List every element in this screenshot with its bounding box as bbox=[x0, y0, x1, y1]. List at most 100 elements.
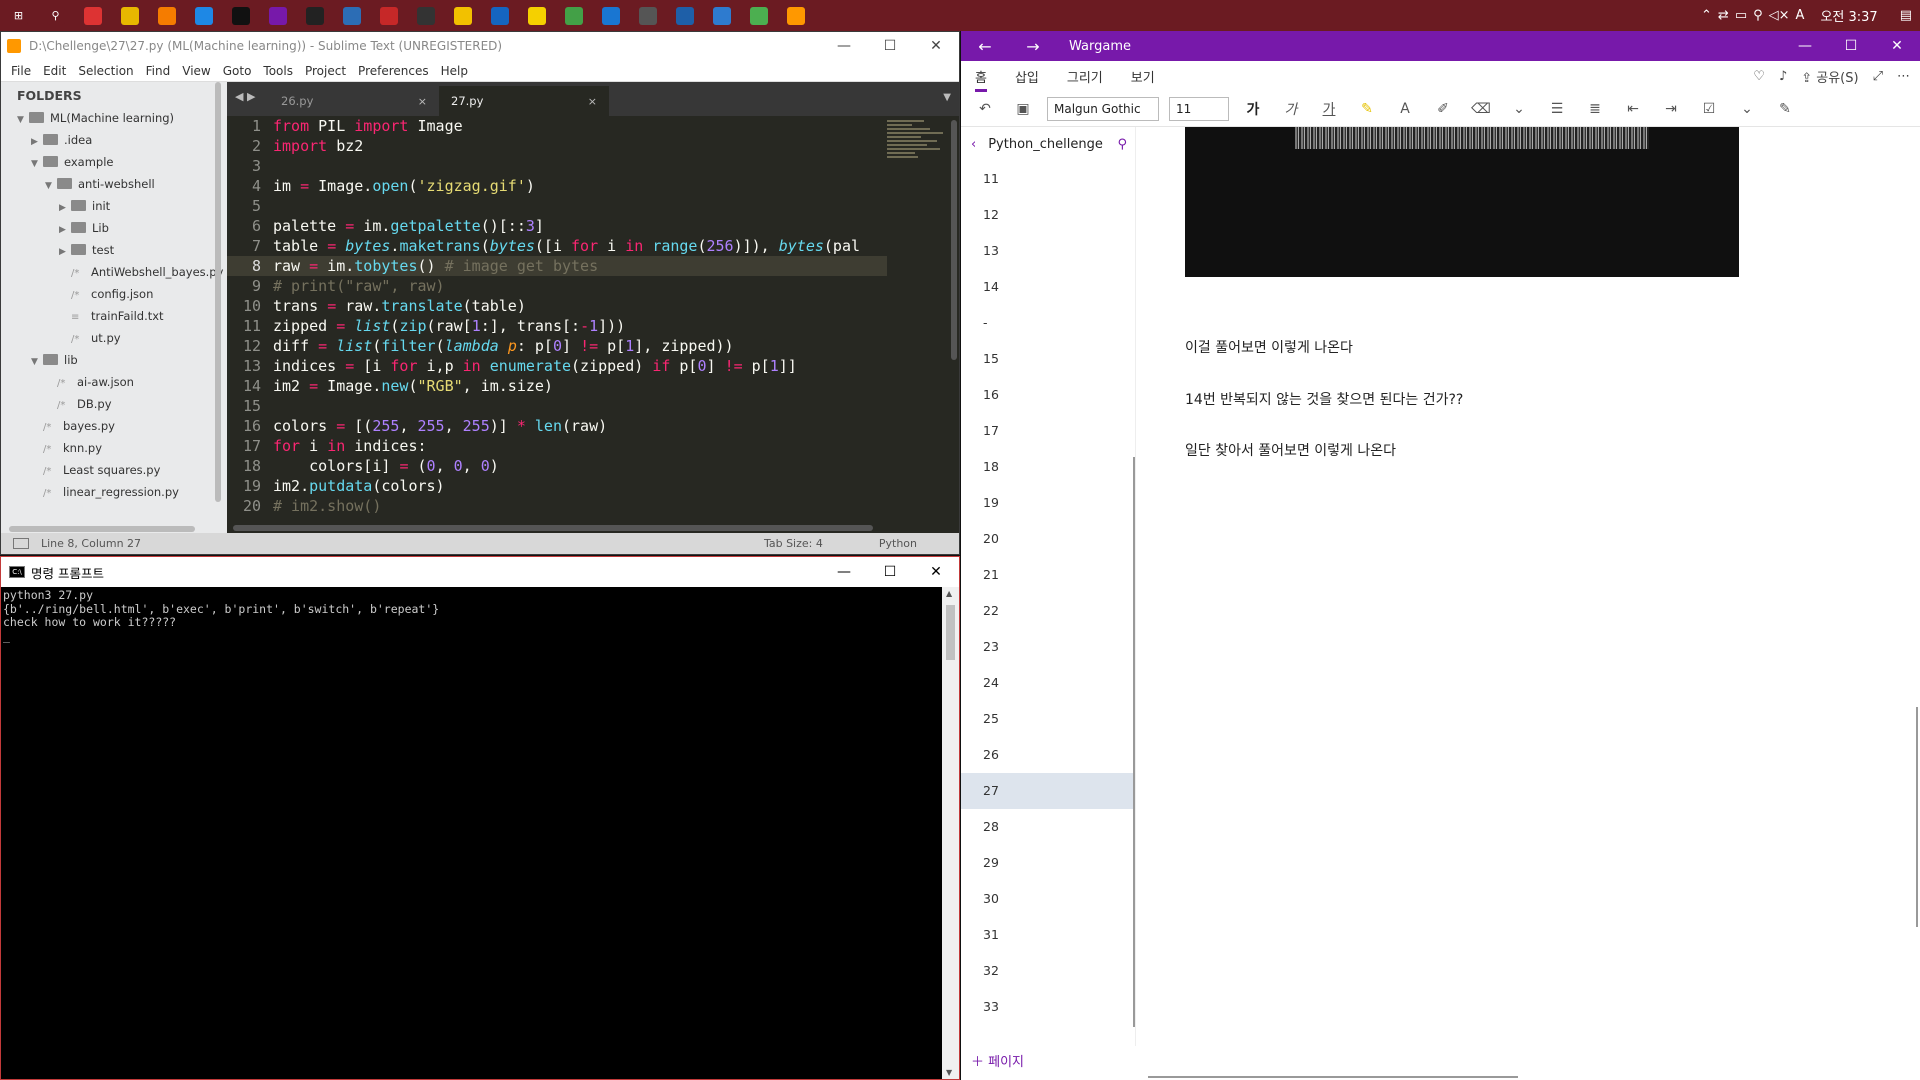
tab-close-icon[interactable]: × bbox=[588, 95, 597, 108]
maximize-button[interactable]: ☐ bbox=[867, 32, 913, 60]
tab-menu-icon[interactable]: ▼ bbox=[943, 92, 951, 103]
back-chevron-icon[interactable]: ‹ bbox=[971, 137, 976, 152]
paragraph[interactable]: 이걸 풀어보면 이렇게 나온다 bbox=[1185, 337, 1353, 357]
highlight-icon[interactable]: ✎ bbox=[1353, 101, 1381, 117]
tree-folder[interactable]: ▼ anti-webshell bbox=[1, 173, 227, 195]
page-item[interactable]: 33 bbox=[961, 989, 1135, 1025]
sidebar-hscrollbar[interactable] bbox=[9, 526, 195, 532]
pycharm-icon[interactable] bbox=[222, 0, 259, 31]
code-line[interactable]: 6 palette = im.getpalette()[::3] bbox=[227, 216, 887, 236]
format-painter-icon[interactable]: ✐ bbox=[1429, 101, 1457, 117]
onenote-icon[interactable] bbox=[259, 0, 296, 31]
page-item[interactable]: - bbox=[961, 305, 1135, 341]
page-item[interactable]: 14 bbox=[961, 269, 1135, 305]
volume-icon[interactable]: ◁× bbox=[1769, 8, 1790, 23]
close-button[interactable]: ✕ bbox=[1874, 31, 1920, 61]
code-line[interactable]: 9 # print("raw", raw) bbox=[227, 276, 887, 296]
disclosure-arrow-icon[interactable]: ▶ bbox=[59, 219, 71, 241]
styles-icon[interactable]: ✎ bbox=[1771, 101, 1799, 117]
syntax-mode[interactable]: Python bbox=[879, 537, 917, 550]
editor-tab[interactable]: 26.py × bbox=[269, 86, 439, 116]
tree-folder[interactable]: ▼ ML(Machine learning) bbox=[1, 107, 227, 129]
sublime-icon[interactable] bbox=[777, 0, 814, 31]
page-content[interactable]: 이걸 풀어보면 이렇게 나온다 14번 반복되지 않는 것을 찾으면 된다는 건… bbox=[1136, 127, 1920, 1080]
code-line[interactable]: 8 raw = im.tobytes() # image get bytes bbox=[227, 256, 887, 276]
code-line[interactable]: 7 table = bytes.maketrans(bytes([i for i … bbox=[227, 236, 887, 256]
network-icon[interactable]: ⇄ bbox=[1718, 8, 1729, 23]
menu-view[interactable]: View bbox=[176, 64, 216, 78]
tree-folder[interactable]: ▼ lib bbox=[1, 349, 227, 371]
cmd-icon[interactable] bbox=[296, 0, 333, 31]
app-gray-icon[interactable] bbox=[629, 0, 666, 31]
sticky-notes-icon[interactable] bbox=[444, 0, 481, 31]
clear-format-icon[interactable]: ⌫ bbox=[1467, 101, 1495, 117]
tree-file[interactable]: /* DB.py bbox=[1, 393, 227, 415]
tree-file[interactable]: /* ut.py bbox=[1, 327, 227, 349]
code-line[interactable]: 11 zipped = list(zip(raw[1:], trans[:-1])… bbox=[227, 316, 887, 336]
editor-tab[interactable]: 27.py × bbox=[439, 86, 609, 116]
clipboard-icon[interactable]: ▣ bbox=[1009, 101, 1037, 117]
disclosure-arrow-icon[interactable]: ▶ bbox=[31, 131, 43, 153]
search-icon[interactable]: ⚲ bbox=[37, 0, 74, 31]
tab-size[interactable]: Tab Size: 4 bbox=[764, 537, 823, 550]
tree-file[interactable]: /* bayes.py bbox=[1, 415, 227, 437]
font-name-field[interactable]: Malgun Gothic bbox=[1047, 96, 1159, 121]
app-blue2-icon[interactable] bbox=[703, 0, 740, 31]
minimize-button[interactable]: — bbox=[821, 557, 867, 587]
app-blue-icon[interactable] bbox=[592, 0, 629, 31]
ime-indicator[interactable]: A bbox=[1796, 8, 1805, 23]
page-item[interactable]: 27 bbox=[961, 773, 1135, 809]
kakaotalk-icon[interactable] bbox=[518, 0, 555, 31]
code-area[interactable]: 1 from PIL import Image 2 import bz2 3 4 im = … bbox=[227, 116, 887, 515]
page-item[interactable]: 31 bbox=[961, 917, 1135, 953]
chevron-down-icon[interactable]: ⌄ bbox=[1733, 101, 1761, 117]
maximize-button[interactable]: ☐ bbox=[867, 557, 913, 587]
usb-icon[interactable]: ⚲ bbox=[1753, 8, 1763, 23]
tree-file[interactable]: /* linear_regression.py bbox=[1, 481, 227, 503]
numbered-list-icon[interactable]: ≣ bbox=[1581, 101, 1609, 117]
bell-icon[interactable]: ♪ bbox=[1779, 69, 1787, 84]
share-button[interactable]: ⇪ 공유(S) bbox=[1801, 67, 1858, 86]
bold-button[interactable]: 가 bbox=[1239, 99, 1267, 119]
tab-close-icon[interactable]: × bbox=[418, 95, 427, 108]
page-item[interactable]: 19 bbox=[961, 485, 1135, 521]
checkbox-icon[interactable]: ☑ bbox=[1695, 101, 1723, 117]
scroll-up-icon[interactable]: ▲ bbox=[946, 589, 952, 598]
back-arrow-icon[interactable]: ← bbox=[961, 37, 1009, 56]
menu-tools[interactable]: Tools bbox=[257, 64, 299, 78]
disclosure-arrow-icon[interactable]: ▶ bbox=[59, 241, 71, 263]
github-icon[interactable] bbox=[407, 0, 444, 31]
page-item[interactable]: 26 bbox=[961, 737, 1135, 773]
page-item[interactable]: 13 bbox=[961, 233, 1135, 269]
minimap[interactable] bbox=[887, 120, 949, 180]
tree-file[interactable]: /* AntiWebshell_bayes.py bbox=[1, 261, 227, 283]
app-globe-icon[interactable] bbox=[740, 0, 777, 31]
page-item[interactable]: 15 bbox=[961, 341, 1135, 377]
page-item[interactable]: 25 bbox=[961, 701, 1135, 737]
menu-file[interactable]: File bbox=[5, 64, 37, 78]
code-line[interactable]: 17 for i in indices: bbox=[227, 436, 887, 456]
page-item[interactable]: 21 bbox=[961, 557, 1135, 593]
cmd-output[interactable]: python3 27.py {b'../ring/bell.html', b'e… bbox=[1, 587, 959, 645]
page-item[interactable]: 30 bbox=[961, 881, 1135, 917]
file-explorer-icon[interactable] bbox=[111, 0, 148, 31]
cmd-scroll-thumb[interactable] bbox=[946, 605, 955, 660]
page-item[interactable]: 18 bbox=[961, 449, 1135, 485]
menu-preferences[interactable]: Preferences bbox=[352, 64, 435, 78]
maps-icon[interactable] bbox=[481, 0, 518, 31]
code-line[interactable]: 19 im2.putdata(colors) bbox=[227, 476, 887, 496]
page-item[interactable]: 22 bbox=[961, 593, 1135, 629]
notification-icon[interactable]: ▤ bbox=[1900, 8, 1912, 23]
editor-hscrollbar[interactable] bbox=[233, 525, 873, 531]
code-line[interactable]: 5 bbox=[227, 196, 887, 216]
content-scrollbar[interactable] bbox=[1916, 707, 1918, 927]
page-item[interactable]: 16 bbox=[961, 377, 1135, 413]
page-item[interactable]: 28 bbox=[961, 809, 1135, 845]
code-line[interactable]: 18 colors[i] = (0, 0, 0) bbox=[227, 456, 887, 476]
search-icon[interactable]: ⚲ bbox=[1117, 137, 1127, 152]
menu-help[interactable]: Help bbox=[435, 64, 474, 78]
page-item[interactable]: 12 bbox=[961, 197, 1135, 233]
code-line[interactable]: 14 im2 = Image.new("RGB", im.size) bbox=[227, 376, 887, 396]
sublime-red-icon[interactable] bbox=[370, 0, 407, 31]
battery-icon[interactable]: ▭ bbox=[1735, 8, 1747, 23]
